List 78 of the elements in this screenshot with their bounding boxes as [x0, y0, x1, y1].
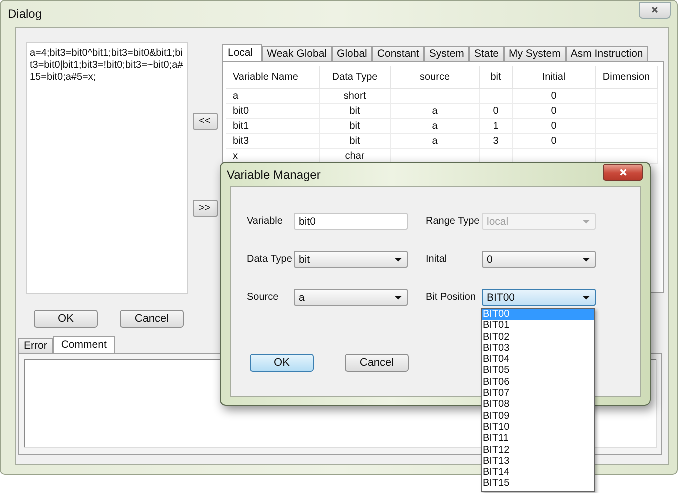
tab[interactable]: Comment — [53, 336, 115, 353]
tab[interactable]: Weak Global — [262, 46, 332, 61]
table-cell: bit — [320, 134, 390, 148]
list-item[interactable]: BIT15 — [482, 478, 594, 490]
ok-button[interactable]: OK — [250, 354, 314, 372]
tab[interactable]: System — [424, 46, 470, 61]
transfer-button[interactable]: >> — [192, 200, 218, 217]
tab[interactable]: Global — [332, 46, 372, 61]
close-button[interactable] — [603, 164, 643, 181]
tab[interactable]: Asm Instruction — [566, 46, 648, 61]
tab[interactable]: State — [469, 46, 504, 61]
tab[interactable]: Error — [18, 338, 54, 353]
caret-icon — [583, 296, 590, 300]
table-cell: bit — [320, 118, 390, 134]
table-cell: a — [226, 88, 320, 104]
list-item[interactable]: BIT02 — [482, 332, 594, 343]
cancel-button[interactable]: Cancel — [345, 354, 409, 372]
caret-icon — [583, 258, 590, 262]
list-item[interactable]: BIT08 — [482, 399, 594, 411]
list-item[interactable]: BIT05 — [482, 365, 594, 377]
table-cell: 0 — [512, 104, 596, 118]
table-cell: a — [390, 118, 480, 134]
column-header[interactable]: Dimension — [596, 66, 658, 88]
table-cell: bit1 — [226, 118, 320, 134]
list-item[interactable]: BIT10 — [482, 422, 594, 434]
table-cell: 0 — [512, 134, 596, 148]
table-cell: bit — [320, 104, 390, 118]
caret-icon — [395, 258, 402, 262]
column-header[interactable]: Variable Name — [226, 66, 320, 88]
table-cell: 3 — [480, 134, 512, 148]
caret-icon — [583, 220, 590, 224]
table-cell: 0 — [512, 88, 596, 104]
window-title: Dialog — [8, 7, 42, 21]
list-item[interactable]: BIT11 — [482, 433, 594, 445]
list-item[interactable]: BIT01 — [482, 320, 594, 332]
code-field[interactable]: a=4;bit3=bit0^bit1;bit3=bit0&bit1;bit3=bit0|bit1;bit3=!bit0;bit3=~bit0;a#15=bit0;a#5=x; — [26, 42, 188, 294]
list-item[interactable]: BIT03 — [482, 342, 594, 354]
tab[interactable]: Local — [222, 44, 262, 61]
dropdown[interactable]: 0 — [482, 251, 596, 268]
column-header[interactable]: Data Type — [320, 66, 390, 88]
tab[interactable]: My System — [504, 46, 566, 61]
table-cell: 1 — [480, 118, 512, 134]
list-item[interactable]: BIT07 — [482, 388, 594, 400]
table-cell: 0 — [512, 118, 596, 134]
table-cell: a — [390, 104, 480, 118]
dropdown[interactable]: bit — [294, 251, 408, 268]
close-icon — [618, 168, 628, 177]
field-label: Bit Position — [425, 292, 478, 303]
list-item[interactable]: BIT14 — [482, 467, 594, 478]
field-label: Inital — [425, 254, 448, 265]
field-label: Variable — [247, 216, 284, 227]
field-label: Data Type — [247, 254, 294, 265]
column-header[interactable]: source — [390, 66, 480, 88]
tab[interactable]: Constant — [372, 46, 424, 61]
table-cell: bit3 — [226, 134, 320, 148]
close-button[interactable] — [639, 2, 671, 18]
table-cell: bit0 — [226, 104, 320, 118]
list-item[interactable]: BIT09 — [482, 410, 594, 422]
dropdown[interactable]: a — [294, 289, 408, 306]
text-field[interactable]: bit0 — [294, 213, 408, 230]
cancel-button[interactable]: Cancel — [120, 310, 184, 328]
field-label: Source — [247, 292, 280, 303]
column-header[interactable]: Initial — [512, 66, 596, 88]
column-header[interactable]: bit — [480, 66, 512, 88]
table-cell: 0 — [480, 104, 512, 118]
window-title: Variable Manager — [227, 168, 321, 182]
table-cell: short — [320, 88, 390, 104]
ok-button[interactable]: OK — [34, 310, 98, 328]
transfer-button[interactable]: << — [192, 113, 218, 130]
list-item[interactable]: BIT04 — [482, 354, 594, 366]
list-item[interactable]: BIT12 — [482, 444, 594, 456]
field-label: Range Type — [425, 216, 481, 227]
caret-icon — [395, 296, 402, 300]
list-item[interactable]: BIT13 — [482, 456, 594, 468]
close-icon — [651, 6, 659, 14]
list-item[interactable]: BIT06 — [482, 376, 594, 388]
dropdown[interactable]: BIT00 — [482, 289, 596, 306]
table-cell: a — [390, 134, 480, 148]
